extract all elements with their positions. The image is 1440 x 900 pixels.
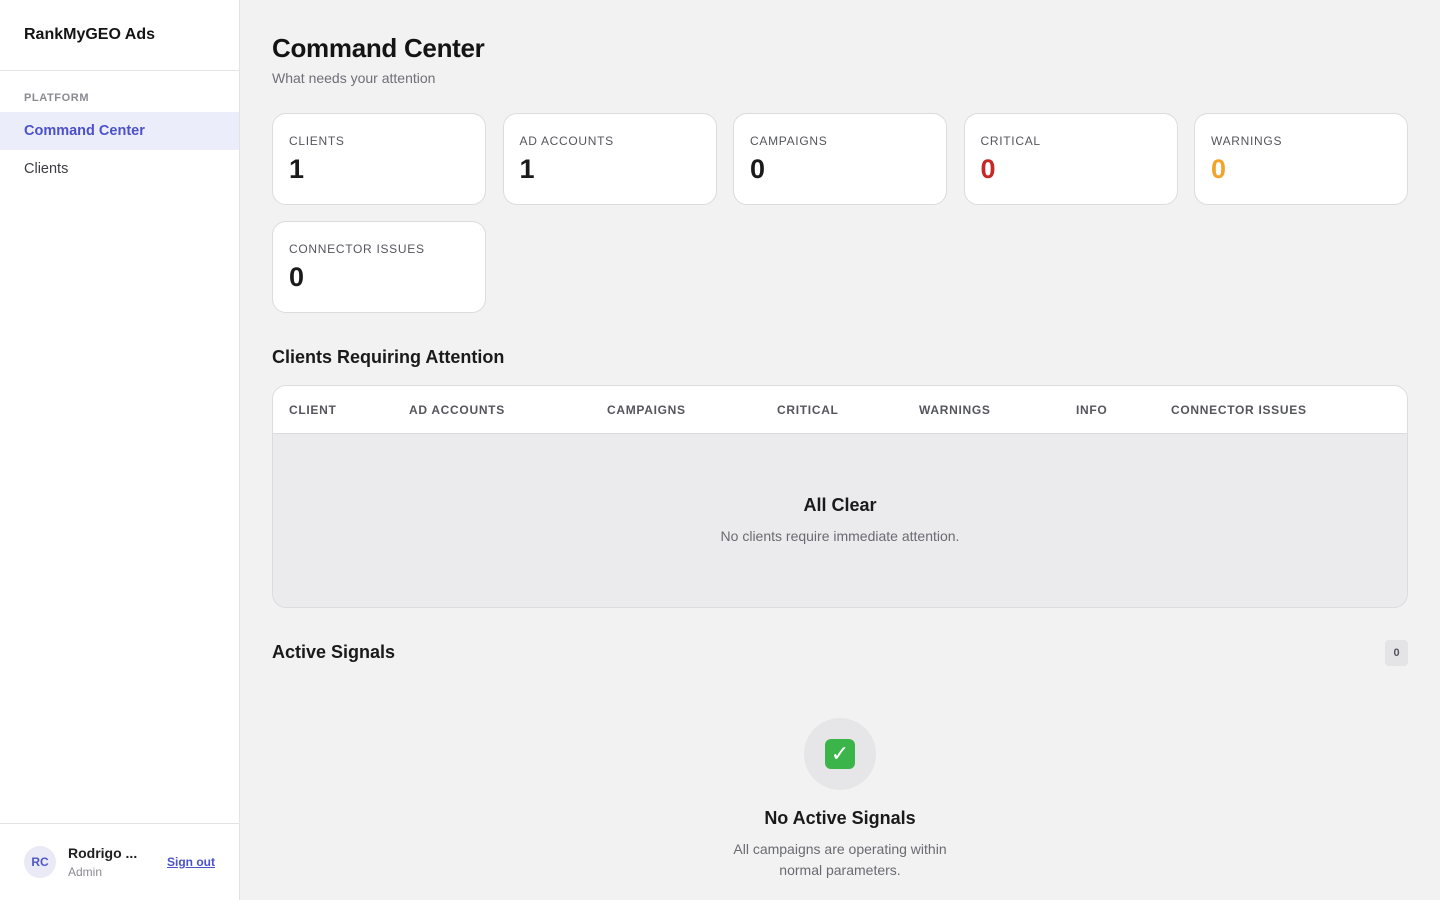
signals-empty-title: No Active Signals — [764, 808, 916, 828]
attention-section-title: Clients Requiring Attention — [272, 347, 505, 367]
column-header-client[interactable]: CLIENT — [289, 403, 337, 417]
user-meta: Rodrigo ... Admin — [68, 845, 146, 879]
signals-header: Active Signals 0 — [272, 640, 1408, 666]
sidebar-item-command-center[interactable]: Command Center — [0, 112, 239, 150]
column-header-campaigns[interactable]: CAMPAIGNS — [607, 403, 686, 417]
user-name: Rodrigo ... — [68, 845, 138, 861]
stat-label: CONNECTOR ISSUES — [289, 242, 425, 256]
check-mark-button-icon: ✓ — [825, 739, 855, 769]
signals-empty-message: All campaigns are operating within norma… — [733, 841, 947, 878]
app-brand[interactable]: RankMyGEO Ads — [0, 0, 239, 71]
nav-section-label: PLATFORM — [24, 92, 90, 104]
sign-out-link[interactable]: Sign out — [167, 855, 215, 869]
empty-state-message: No clients require immediate attention. — [720, 528, 960, 544]
stat-card-connector-issues: CONNECTOR ISSUES 0 — [272, 221, 486, 313]
stat-label: CLIENTS — [289, 134, 345, 148]
column-header-warnings[interactable]: WARNINGS — [919, 403, 991, 417]
stat-value: 1 — [289, 154, 305, 184]
table-header: CLIENT AD ACCOUNTS CAMPAIGNS CRITICAL WA… — [273, 386, 1407, 434]
stat-card-clients: CLIENTS 1 — [272, 113, 486, 205]
stat-label: WARNINGS — [1211, 134, 1283, 148]
stat-label: AD ACCOUNTS — [519, 134, 614, 148]
page-title: Command Center — [272, 33, 485, 63]
stat-card-ad-accounts: AD ACCOUNTS 1 — [502, 113, 717, 205]
signals-empty-state: ✓ No Active Signals All campaigns are op… — [272, 718, 1408, 881]
column-header-critical[interactable]: CRITICAL — [777, 403, 839, 417]
attention-table: CLIENT AD ACCOUNTS CAMPAIGNS CRITICAL WA… — [272, 385, 1408, 608]
signals-count-badge: 0 — [1385, 640, 1408, 666]
stat-label: CAMPAIGNS — [750, 134, 828, 148]
stat-value: 0 — [980, 154, 996, 184]
page-subtitle: What needs your attention — [272, 70, 436, 86]
user-panel: RC Rodrigo ... Admin Sign out — [0, 823, 239, 900]
stat-card-critical: CRITICAL 0 — [963, 113, 1178, 205]
stat-card-campaigns: CAMPAIGNS 0 — [733, 113, 947, 205]
avatar: RC — [24, 846, 56, 878]
stats-grid: CLIENTS 1 AD ACCOUNTS 1 CAMPAIGNS 0 CRIT… — [272, 113, 1408, 313]
sidebar-item-clients[interactable]: Clients — [0, 150, 239, 188]
column-header-info[interactable]: INFO — [1076, 403, 1107, 417]
check-icon-container: ✓ — [804, 718, 876, 790]
column-header-connector-issues[interactable]: CONNECTOR ISSUES — [1171, 403, 1307, 417]
attention-empty-state: All Clear No clients require immediate a… — [273, 434, 1407, 544]
user-role: Admin — [68, 865, 103, 879]
stat-value: 0 — [289, 262, 305, 292]
stat-label: CRITICAL — [980, 134, 1041, 148]
stat-value: 0 — [750, 154, 766, 184]
main-content: Command Center What needs your attention… — [272, 0, 1408, 881]
stat-card-warnings: WARNINGS 0 — [1194, 113, 1408, 205]
sidebar: RankMyGEO Ads PLATFORM Command Center Cl… — [0, 0, 240, 900]
empty-state-title: All Clear — [803, 495, 877, 515]
signals-section-title: Active Signals — [272, 642, 396, 662]
stat-value: 1 — [519, 154, 535, 184]
stat-value: 0 — [1211, 154, 1227, 184]
column-header-ad-accounts[interactable]: AD ACCOUNTS — [409, 403, 505, 417]
